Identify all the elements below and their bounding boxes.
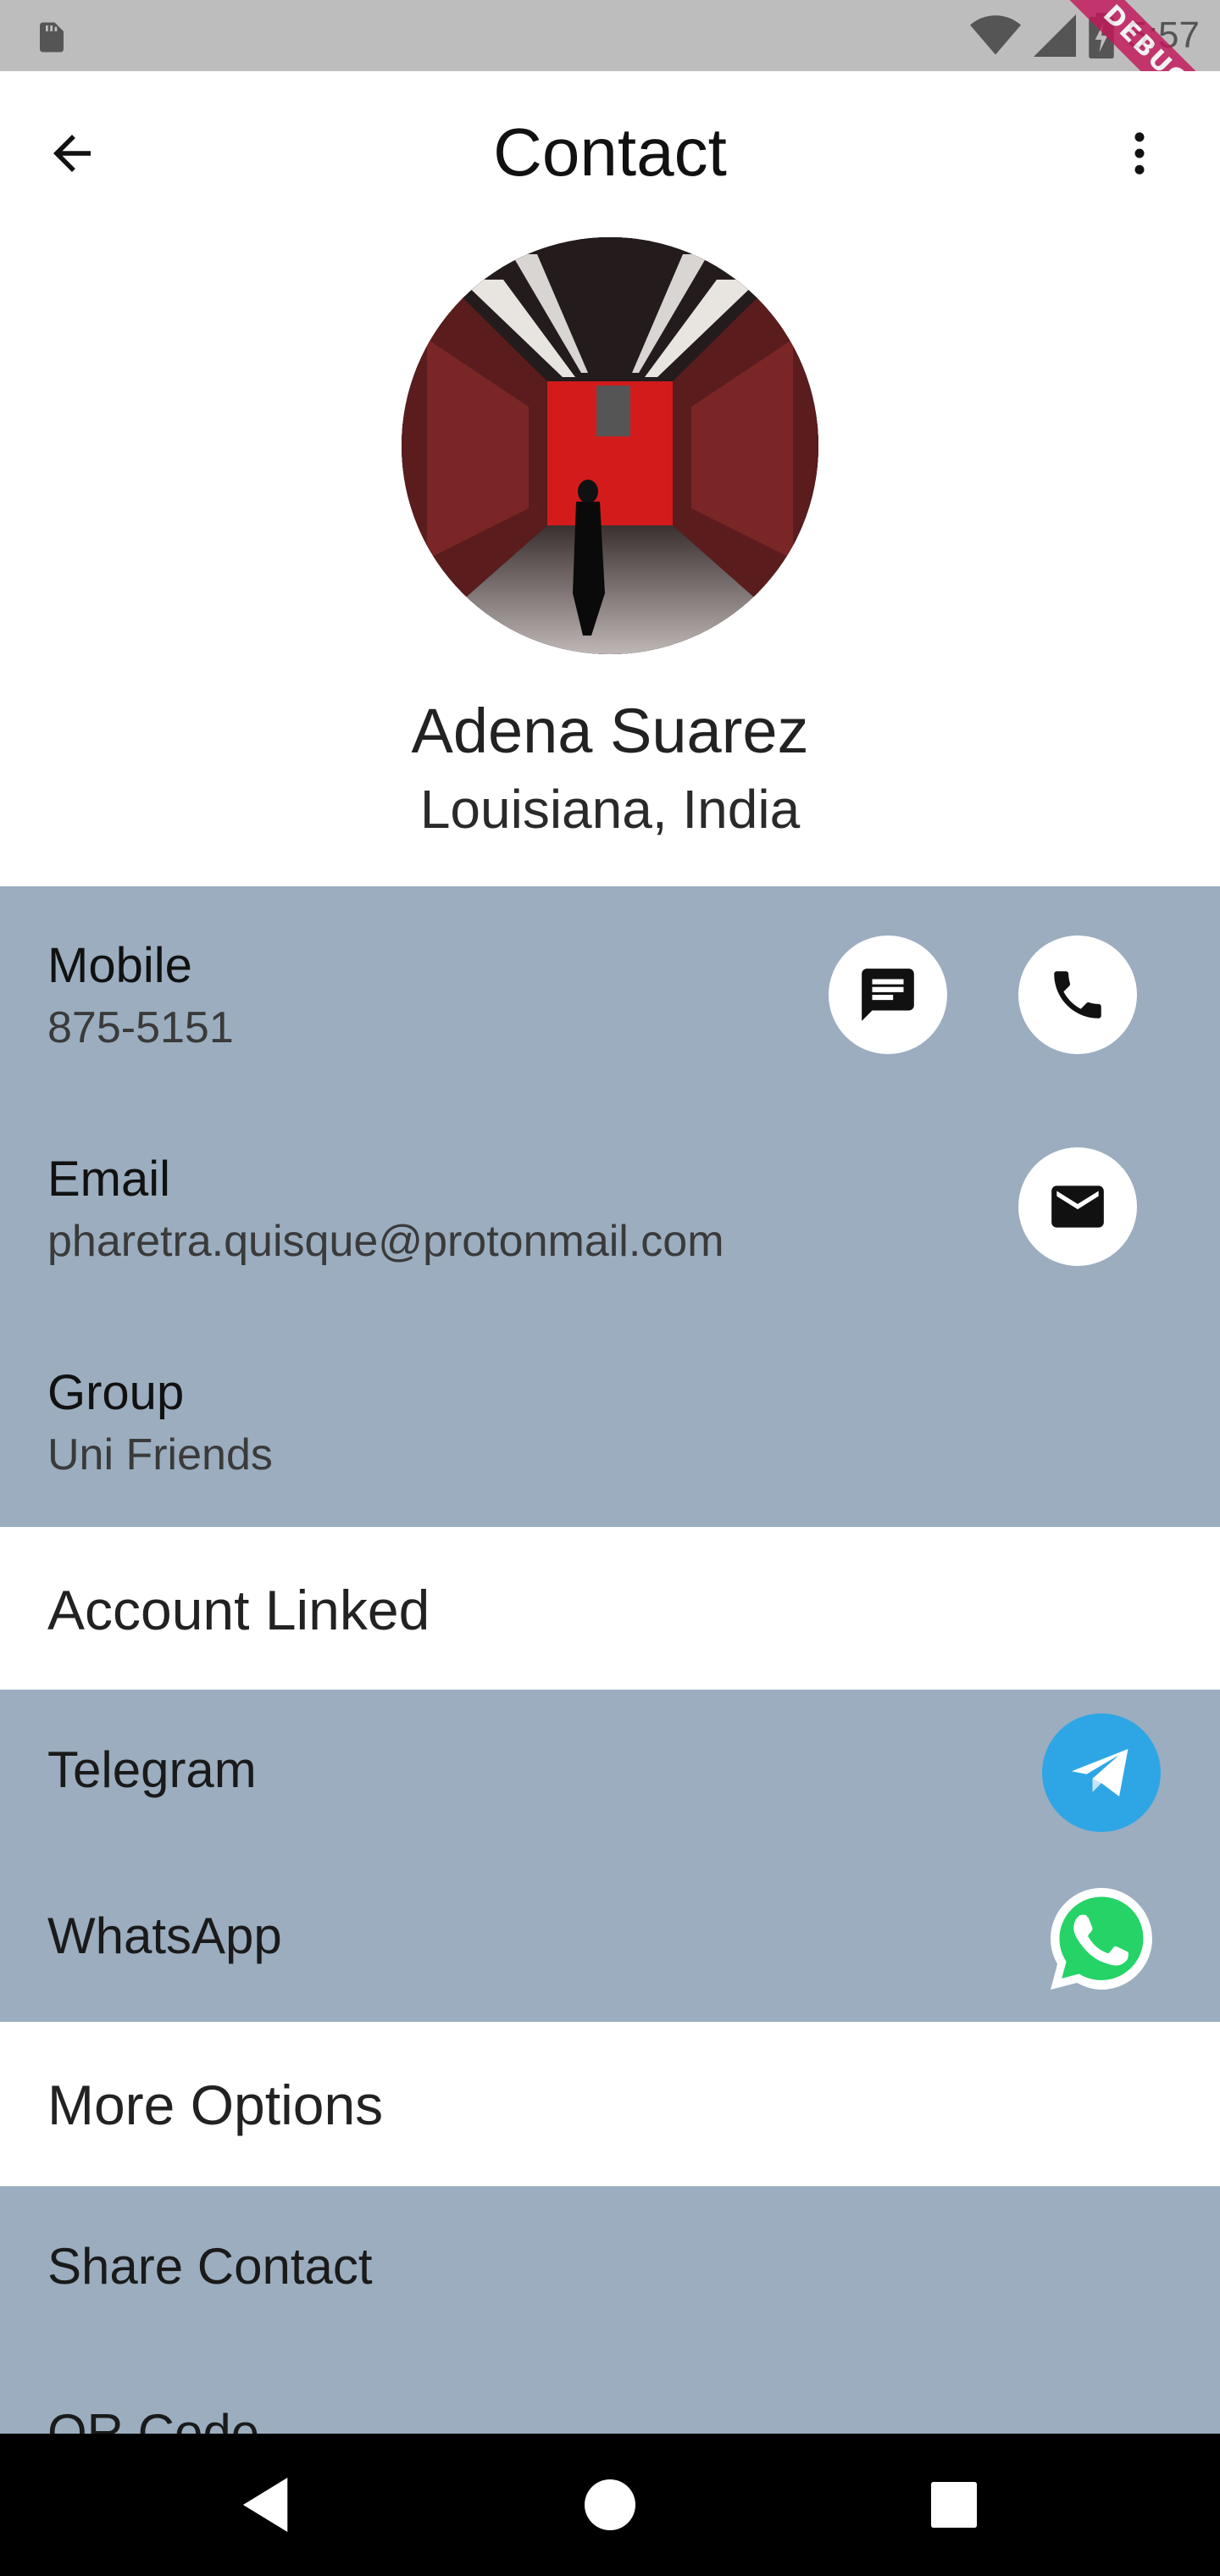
signal-icon xyxy=(1034,14,1077,57)
more-vert-icon xyxy=(1134,132,1145,175)
group-label: Group xyxy=(47,1365,185,1420)
whatsapp-icon xyxy=(1051,1888,1152,1990)
circle-home-icon xyxy=(585,2479,635,2530)
sd-card-icon xyxy=(40,22,64,53)
more-options-button[interactable] xyxy=(1101,115,1178,192)
whatsapp-button[interactable] xyxy=(1040,1878,1162,2000)
email-field[interactable]: Email pharetra.quisque@protonmail.com xyxy=(47,1151,724,1267)
square-recents-icon xyxy=(931,2482,977,2528)
telegram-button[interactable] xyxy=(1042,1713,1161,1832)
mobile-label: Mobile xyxy=(47,938,192,993)
telegram-item[interactable]: Telegram xyxy=(47,1740,257,1799)
avatar-photo xyxy=(402,237,818,654)
wifi-icon xyxy=(970,15,1022,55)
system-nav-bar xyxy=(0,2434,1220,2576)
mail-icon xyxy=(1051,1185,1104,1228)
nav-recents-button[interactable] xyxy=(920,2471,988,2539)
mobile-field[interactable]: Mobile 875-5151 xyxy=(47,937,234,1053)
avatar xyxy=(402,237,818,654)
account-linked-title: Account Linked xyxy=(47,1579,430,1641)
contact-location: Louisiana, India xyxy=(419,779,801,840)
group-field[interactable]: Group Uni Friends xyxy=(47,1364,273,1480)
message-icon xyxy=(862,969,914,1021)
share-contact-item[interactable]: Share Contact xyxy=(47,2237,373,2296)
page-title: Contact xyxy=(493,114,727,190)
whatsapp-item[interactable]: WhatsApp xyxy=(47,1907,282,1965)
contact-details-panel: Mobile 875-5151 Email pharetra.quisque@p… xyxy=(0,886,1220,1527)
triangle-back-icon xyxy=(242,2478,288,2532)
call-button[interactable] xyxy=(1018,935,1137,1054)
more-options-panel: Share Contact QR Code xyxy=(0,2186,1220,2461)
contact-name: Adena Suarez xyxy=(411,696,809,766)
account-linked-header: Account Linked xyxy=(0,1527,1220,1690)
more-options-header: More Options xyxy=(0,2022,1220,2186)
app-bar: Contact xyxy=(0,71,1220,236)
email-button[interactable] xyxy=(1018,1147,1137,1266)
more-options-title: More Options xyxy=(47,2074,384,2136)
group-value: Uni Friends xyxy=(47,1430,273,1480)
nav-home-button[interactable] xyxy=(576,2471,644,2539)
status-bar: 5:57 DEBUG xyxy=(0,0,1220,153)
phone-icon xyxy=(1054,971,1101,1019)
telegram-icon xyxy=(1072,1749,1128,1796)
message-button[interactable] xyxy=(829,935,947,1054)
mobile-value: 875-5151 xyxy=(47,1003,234,1052)
linked-accounts-panel: Telegram WhatsApp xyxy=(0,1690,1220,2022)
nav-back-button[interactable] xyxy=(234,2471,302,2539)
email-label: Email xyxy=(47,1152,171,1207)
email-value: pharetra.quisque@protonmail.com xyxy=(47,1217,724,1266)
